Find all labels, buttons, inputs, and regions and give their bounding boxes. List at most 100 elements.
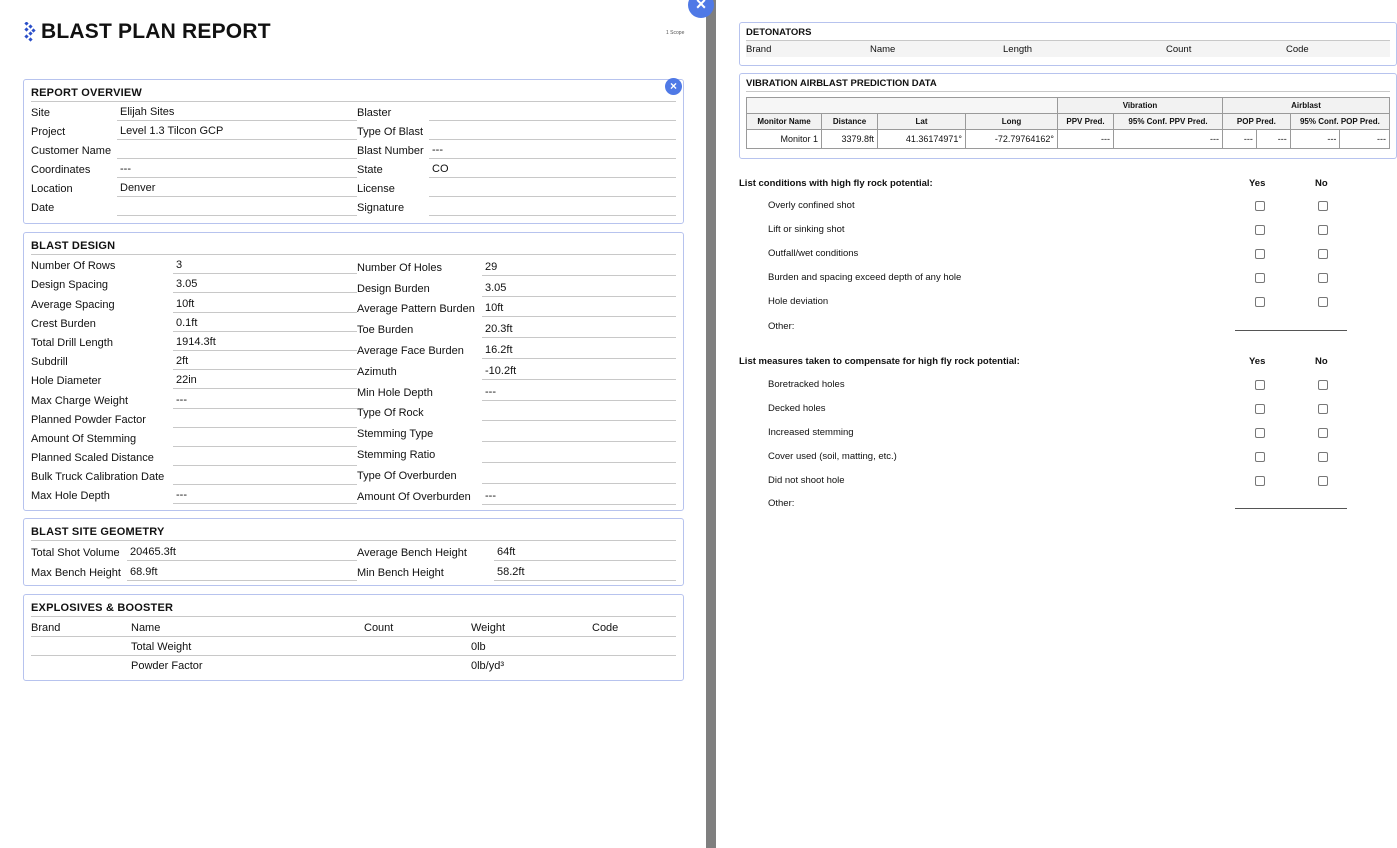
blast-design-title: BLAST DESIGN	[31, 237, 676, 255]
field-row-site: Site Elijah Sites	[31, 102, 357, 121]
blast-design-panel: BLAST DESIGN Number Of Rows 3 Design Spaci…	[23, 232, 684, 511]
col-name: Name	[131, 619, 364, 637]
blast-site-geometry-title: BLAST SITE GEOMETRY	[31, 523, 676, 541]
field-label: Amount Of Stemming	[31, 432, 137, 445]
field-value: 3.05	[482, 282, 676, 297]
detonators-header-row: Brand Name Length Count Code	[746, 41, 1390, 57]
field-value: 64ft	[494, 546, 676, 561]
col-code: Code	[592, 619, 676, 637]
yes-checkbox[interactable]	[1255, 297, 1265, 307]
no-checkbox[interactable]	[1318, 297, 1328, 307]
field-row-min-bench-height: Min Bench Height 58.2ft	[357, 561, 676, 581]
checklist-item-label: Outfall/wet conditions	[768, 248, 859, 259]
field-row-coordinates: Coordinates ---	[31, 159, 357, 178]
field-row-signature: Signature	[357, 197, 676, 216]
yes-checkbox[interactable]	[1255, 428, 1265, 438]
col-lat: Lat	[877, 113, 966, 130]
yes-checkbox[interactable]	[1255, 249, 1265, 259]
cell-pop-pred-b: ---	[1255, 129, 1291, 149]
field-row-number-of-holes: Number Of Holes 29	[357, 255, 676, 276]
field-row-customer-name: Customer Name	[31, 140, 357, 159]
field-value: ---	[173, 489, 357, 505]
field-label: Amount Of Overburden	[357, 490, 471, 503]
field-label: Min Hole Depth	[357, 386, 433, 399]
field-value: 29	[482, 261, 676, 276]
checklist-item-label: Lift or sinking shot	[768, 224, 845, 235]
report-title: BLAST PLAN REPORT	[41, 20, 271, 43]
close-icon[interactable]: ×	[665, 78, 682, 95]
yes-checkbox[interactable]	[1255, 452, 1265, 462]
col-name: Name	[870, 44, 896, 55]
vibration-airblast-title: VIBRATION AIRBLAST PREDICTION DATA	[746, 78, 1390, 92]
col-conf-pop-pred: 95% Conf. POP Pred.	[1289, 113, 1391, 130]
field-label: Design Burden	[357, 282, 430, 295]
no-checkbox[interactable]	[1318, 249, 1328, 259]
yes-header: Yes	[1249, 178, 1266, 189]
vibration-table: Vibration Airblast Monitor Name Distance…	[746, 97, 1391, 149]
field-label: Average Bench Height	[357, 547, 467, 559]
total-weight-value: 0lb	[471, 636, 592, 656]
field-label: Coordinates	[31, 164, 91, 176]
checklist-item-label: Overly confined shot	[768, 200, 855, 211]
cell-conf-ppv-pred: ---	[1113, 129, 1223, 149]
yes-checkbox[interactable]	[1255, 404, 1265, 414]
field-value: 20465.3ft	[127, 546, 357, 561]
yes-checkbox[interactable]	[1255, 225, 1265, 235]
field-label: Type Of Blast	[357, 126, 424, 138]
field-value: 10ft	[482, 302, 676, 318]
field-label: Customer Name	[31, 145, 112, 157]
no-checkbox[interactable]	[1318, 380, 1328, 390]
field-value	[429, 202, 676, 216]
report-overview-panel: × REPORT OVERVIEW Site Elijah Sites Projec…	[23, 78, 684, 224]
checklist-item-label: Cover used (soil, matting, etc.)	[768, 451, 897, 462]
table-header-row: Brand Name Count Weight Code	[31, 619, 676, 637]
report-page-left: BLAST PLAN REPORT 1 Scope × REPORT OVERV…	[0, 0, 706, 848]
field-label: Number Of Holes	[357, 261, 442, 274]
no-checkbox[interactable]	[1318, 404, 1328, 414]
field-label: Date	[31, 202, 55, 214]
checklist-item-label: Decked holes	[768, 403, 826, 414]
other-input[interactable]	[1235, 508, 1347, 509]
powder-factor-value: 0lb/yd³	[471, 660, 505, 672]
field-label: Max Hole Depth	[31, 490, 110, 503]
field-row-toe-burden: Toe Burden 20.3ft	[357, 317, 676, 339]
table-group-row: Vibration Airblast	[746, 97, 1390, 114]
flyrock-measures-title: List measures taken to compensate for hi…	[739, 356, 1020, 367]
yes-checkbox[interactable]	[1255, 476, 1265, 486]
field-value: 3	[173, 259, 357, 275]
field-row-design-spacing: Design Spacing 3.05	[31, 274, 357, 294]
field-row-type-of-overburden: Type Of Overburden	[357, 463, 676, 484]
yes-checkbox[interactable]	[1255, 380, 1265, 390]
cell-conf-pop-pred-a: ---	[1289, 129, 1341, 149]
field-value: ---	[173, 394, 357, 409]
field-row-total-shot-volume: Total Shot Volume 20465.3ft	[31, 541, 357, 561]
yes-checkbox[interactable]	[1255, 201, 1265, 211]
field-row-blast-number: Blast Number ---	[357, 140, 676, 159]
field-value	[173, 452, 357, 467]
field-label: Azimuth	[357, 365, 397, 378]
yes-checkbox[interactable]	[1255, 273, 1265, 283]
field-label: Number Of Rows	[31, 260, 116, 273]
field-label: License	[357, 183, 395, 195]
no-checkbox[interactable]	[1318, 452, 1328, 462]
field-value	[429, 183, 676, 197]
field-label: Site	[31, 107, 50, 119]
other-input[interactable]	[1235, 330, 1347, 331]
field-label: Blast Number	[357, 145, 424, 157]
field-row-design-burden: Design Burden 3.05	[357, 276, 676, 297]
col-weight: Weight	[471, 619, 592, 637]
no-checkbox[interactable]	[1318, 273, 1328, 283]
no-checkbox[interactable]	[1318, 428, 1328, 438]
field-row-amount-of-overburden: Amount Of Overburden ---	[357, 484, 676, 505]
col-code: Code	[1286, 44, 1309, 55]
field-value: Denver	[117, 182, 357, 197]
field-label: Min Bench Height	[357, 567, 444, 579]
no-checkbox[interactable]	[1318, 225, 1328, 235]
field-row-type-of-blast: Type Of Blast	[357, 121, 676, 140]
field-value	[173, 433, 357, 447]
field-value	[429, 107, 676, 121]
col-long: Long	[965, 113, 1058, 130]
yes-header: Yes	[1249, 356, 1266, 367]
no-checkbox[interactable]	[1318, 476, 1328, 486]
no-checkbox[interactable]	[1318, 201, 1328, 211]
